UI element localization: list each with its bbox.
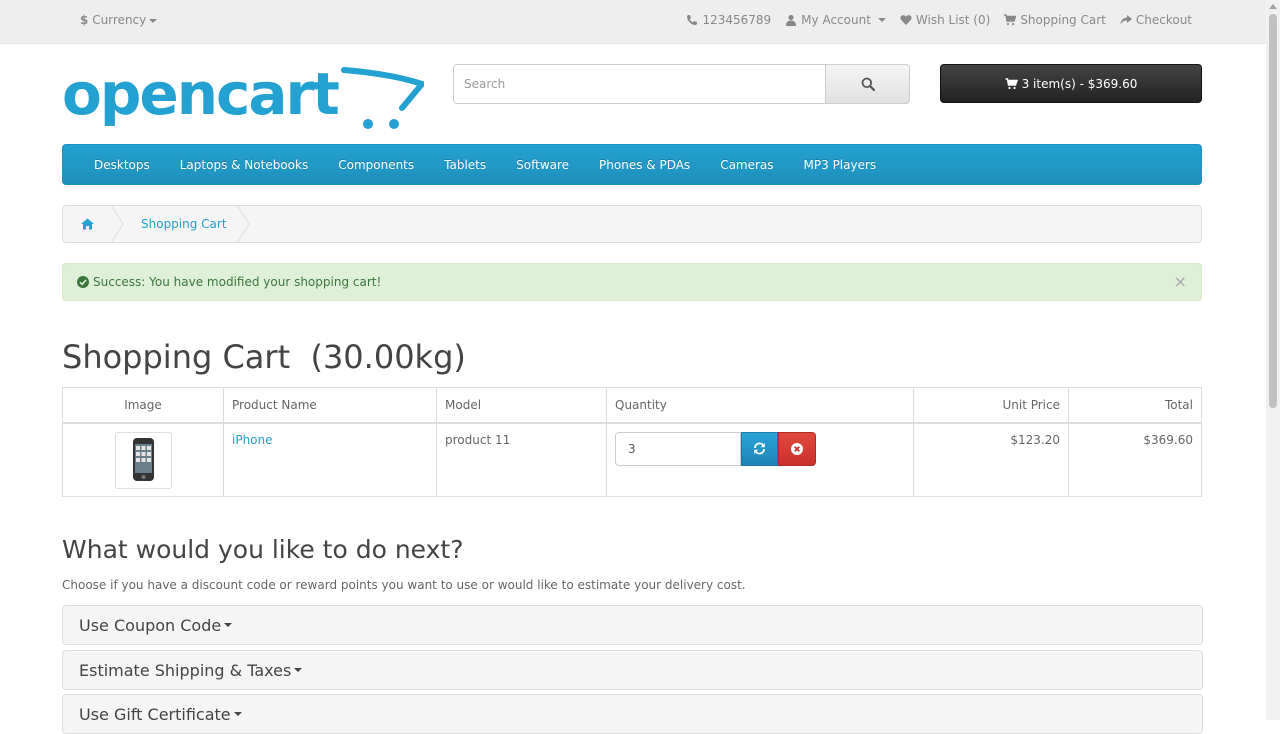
product-image-cell	[62, 422, 224, 497]
column-header-product-name: Product Name	[223, 387, 437, 424]
phone-number: 123456789	[702, 13, 772, 27]
unit-price-cell: $123.20	[913, 422, 1069, 497]
menu-item-cameras[interactable]: Cameras	[705, 145, 788, 184]
top-bar: $ Currency 123456789 My Account Wish Lis…	[0, 0, 1266, 44]
logo-text: opencart	[62, 62, 339, 128]
quantity-cell	[606, 422, 914, 497]
table-row: iPhone product 11 $123.20 $369.60	[62, 422, 1202, 497]
menu-item-desktops[interactable]: Desktops	[79, 145, 165, 184]
caret-down-icon	[233, 712, 242, 716]
remove-button[interactable]	[778, 431, 816, 466]
alert-close-button[interactable]: ×	[1174, 272, 1187, 291]
currency-label: Currency	[92, 13, 147, 27]
heart-icon	[900, 15, 912, 25]
currency-dropdown[interactable]: $ Currency	[80, 13, 158, 27]
wishlist-label: Wish List (0)	[915, 13, 991, 27]
shipping-panel-title: Estimate Shipping & Taxes	[79, 660, 292, 680]
model-cell: product 11	[436, 422, 607, 497]
scroll-up-arrow[interactable]	[1269, 4, 1277, 9]
shopping-cart-label: Shopping Cart	[1020, 13, 1106, 27]
column-header-unit-price: Unit Price	[913, 387, 1069, 424]
checkout-link[interactable]: Checkout	[1120, 13, 1192, 27]
next-steps-heading: What would you like to do next?	[62, 535, 464, 564]
user-icon	[786, 14, 797, 26]
gift-certificate-panel-title: Use Gift Certificate	[79, 704, 231, 724]
cart-total-label: 3 item(s) - $369.60	[1021, 76, 1138, 91]
menu-item-laptops-notebooks[interactable]: Laptops & Notebooks	[165, 145, 323, 184]
search-button[interactable]	[826, 64, 910, 104]
breadcrumb: Shopping Cart	[62, 205, 1202, 243]
page-scrollbar[interactable]	[1266, 0, 1280, 720]
home-icon	[80, 218, 94, 230]
menu-item-software[interactable]: Software	[501, 145, 584, 184]
menu-item-tablets[interactable]: Tablets	[429, 145, 501, 184]
column-header-total: Total	[1068, 387, 1202, 424]
menu-item-phones-pdas[interactable]: Phones & PDAs	[584, 145, 705, 184]
product-name-cell: iPhone	[223, 422, 437, 497]
caret-down-icon	[149, 18, 158, 23]
product-thumbnail[interactable]	[114, 431, 172, 489]
my-account-label: My Account	[801, 13, 871, 27]
main-menu: Desktops Laptops & Notebooks Components …	[62, 144, 1202, 185]
shopping-cart-link[interactable]: Shopping Cart	[1004, 13, 1106, 27]
shipping-panel-toggle[interactable]: Estimate Shipping & Taxes	[62, 650, 1203, 690]
breadcrumb-separator	[111, 205, 124, 243]
search-icon	[861, 77, 875, 91]
quantity-input[interactable]	[615, 431, 741, 466]
breadcrumb-home[interactable]	[63, 218, 111, 230]
menu-item-components[interactable]: Components	[323, 145, 429, 184]
my-account-dropdown[interactable]: My Account	[785, 13, 886, 27]
breadcrumb-shopping-cart[interactable]: Shopping Cart	[125, 206, 243, 242]
menu-item-mp3-players[interactable]: MP3 Players	[789, 145, 892, 184]
cart-table: Image Product Name Model Quantity Unit P…	[62, 387, 1202, 497]
times-circle-icon	[791, 442, 803, 455]
column-header-quantity: Quantity	[606, 387, 914, 424]
opencart-logo[interactable]: opencart	[62, 60, 428, 134]
breadcrumb-separator	[237, 205, 250, 243]
gift-certificate-panel-toggle[interactable]: Use Gift Certificate	[62, 694, 1203, 734]
success-alert: Success: You have modified your shopping…	[62, 263, 1202, 301]
iphone-image	[132, 437, 154, 481]
alert-message: Success: You have modified your shopping…	[93, 275, 382, 289]
cart-dropdown-button[interactable]: 3 item(s) - $369.60	[940, 64, 1202, 103]
search-input[interactable]	[453, 64, 826, 104]
phone-icon	[687, 15, 698, 26]
check-circle-icon	[77, 276, 89, 288]
wishlist-link[interactable]: Wish List (0)	[900, 13, 990, 27]
caret-down-icon	[877, 18, 886, 22]
logo-graphic: opencart	[62, 60, 428, 129]
update-button[interactable]	[741, 431, 778, 466]
page-title: Shopping Cart (30.00kg)	[62, 338, 466, 376]
coupon-panel-title: Use Coupon Code	[79, 615, 222, 635]
caret-down-icon	[294, 668, 303, 672]
column-header-model: Model	[436, 387, 607, 424]
column-header-image: Image	[62, 387, 224, 424]
search-group	[453, 64, 910, 104]
scrollbar-thumb[interactable]	[1269, 14, 1277, 408]
cart-icon	[1004, 14, 1017, 26]
cart-icon	[1005, 77, 1018, 89]
share-icon	[1120, 15, 1132, 25]
coupon-panel-toggle[interactable]: Use Coupon Code	[62, 605, 1203, 645]
next-steps-description: Choose if you have a discount code or re…	[62, 578, 746, 592]
checkout-label: Checkout	[1135, 13, 1192, 27]
phone-link[interactable]: 123456789	[686, 13, 771, 27]
table-header-row: Image Product Name Model Quantity Unit P…	[62, 387, 1202, 424]
refresh-icon	[754, 442, 765, 455]
caret-down-icon	[224, 623, 233, 627]
product-link[interactable]: iPhone	[232, 433, 273, 447]
total-cell: $369.60	[1068, 422, 1202, 497]
